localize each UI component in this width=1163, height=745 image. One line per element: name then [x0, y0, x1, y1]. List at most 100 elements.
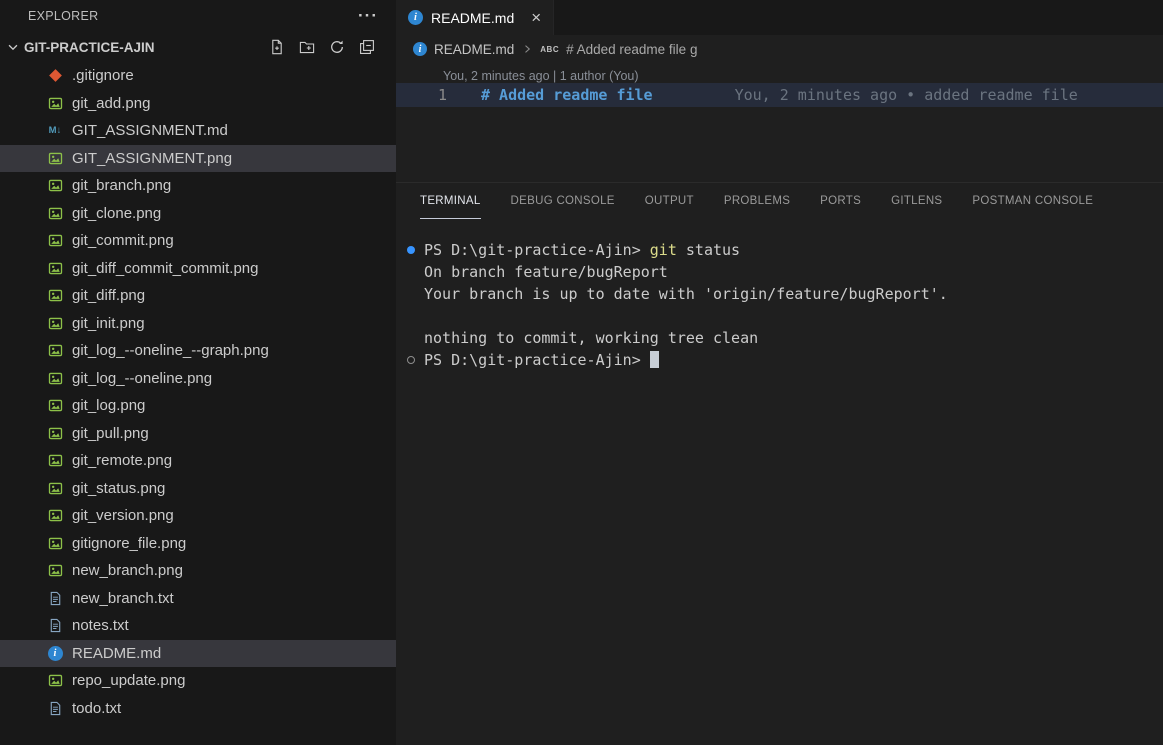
- terminal-text: On branch feature/bugReport: [424, 263, 668, 281]
- codelens-blame[interactable]: You, 2 minutes ago | 1 author (You): [396, 63, 1163, 83]
- editor-area: i README.md × i README.md ABC # Added re…: [396, 0, 1163, 745]
- folder-section-header[interactable]: GIT-PRACTICE-AJIN: [0, 32, 396, 62]
- image-file-icon: [47, 288, 63, 304]
- collapse-all-button[interactable]: [358, 39, 375, 56]
- tab-bar: i README.md ×: [396, 0, 1163, 35]
- file-item-.gitignore[interactable]: .gitignore: [0, 62, 396, 90]
- panel-tab-gitlens[interactable]: GITLENS: [891, 183, 942, 219]
- image-file-icon: [47, 398, 63, 414]
- file-name: git_init.png: [72, 315, 145, 332]
- file-name: git_branch.png: [72, 177, 171, 194]
- file-name: gitignore_file.png: [72, 535, 186, 552]
- code-line-1: 1 # Added readme file You, 2 minutes ago…: [396, 83, 1163, 107]
- file-item-git_add.png[interactable]: git_add.png: [0, 90, 396, 118]
- bottom-panel: TERMINAL DEBUG CONSOLE OUTPUT PROBLEMS PORTS…: [396, 182, 1163, 745]
- command-success-decoration-icon[interactable]: [407, 246, 415, 254]
- terminal-line: [396, 305, 1163, 327]
- panel-tab-output[interactable]: OUTPUT: [645, 183, 694, 219]
- file-item-git_log.png[interactable]: git_log.png: [0, 392, 396, 420]
- file-item-git_diff.png[interactable]: git_diff.png: [0, 282, 396, 310]
- file-item-git_remote.png[interactable]: git_remote.png: [0, 447, 396, 475]
- chevron-down-icon: [4, 39, 22, 55]
- file-item-git_status.png[interactable]: git_status.png: [0, 475, 396, 503]
- terminal-line: Your branch is up to date with 'origin/f…: [396, 283, 1163, 305]
- breadcrumb-symbol[interactable]: # Added readme file g: [566, 42, 697, 57]
- panel-tabs: TERMINAL DEBUG CONSOLE OUTPUT PROBLEMS PORTS…: [396, 183, 1163, 219]
- refresh-button[interactable]: [328, 39, 345, 56]
- file-item-git_pull.png[interactable]: git_pull.png: [0, 420, 396, 448]
- new-file-button[interactable]: [268, 39, 285, 56]
- info-file-icon: i: [408, 10, 423, 25]
- file-item-new_branch.txt[interactable]: new_branch.txt: [0, 585, 396, 613]
- file-item-git_clone.png[interactable]: git_clone.png: [0, 200, 396, 228]
- file-name: .gitignore: [72, 67, 134, 84]
- file-name: git_log_--oneline.png: [72, 370, 212, 387]
- file-item-repo_update.png[interactable]: repo_update.png: [0, 667, 396, 695]
- panel-tab-ports[interactable]: PORTS: [820, 183, 861, 219]
- info-file-icon: i: [413, 42, 427, 56]
- file-name: new_branch.png: [72, 562, 183, 579]
- close-icon[interactable]: ×: [531, 9, 541, 26]
- file-item-README.md[interactable]: iREADME.md: [0, 640, 396, 668]
- panel-tab-postman-console[interactable]: POSTMAN CONSOLE: [972, 183, 1093, 219]
- explorer-sidebar: EXPLORER ··· GIT-PRACTICE-AJIN .gitignor…: [0, 0, 396, 745]
- tab-readme[interactable]: i README.md ×: [396, 0, 554, 35]
- explorer-title: EXPLORER: [28, 9, 358, 23]
- terminal-line: PS D:\git-practice-Ajin> git status: [396, 239, 1163, 261]
- image-file-icon: [47, 233, 63, 249]
- text-file-icon: [47, 618, 63, 634]
- file-item-todo.txt[interactable]: todo.txt: [0, 695, 396, 723]
- terminal-text: git: [650, 241, 677, 259]
- file-item-notes.txt[interactable]: notes.txt: [0, 612, 396, 640]
- terminal-text: status: [677, 241, 740, 259]
- new-folder-button[interactable]: [298, 39, 315, 56]
- text-file-icon: [47, 700, 63, 716]
- file-name: git_add.png: [72, 95, 150, 112]
- panel-tab-terminal[interactable]: TERMINAL: [420, 183, 481, 219]
- new-folder-icon: [299, 39, 315, 55]
- terminal-cursor: [650, 351, 659, 368]
- collapse-all-icon: [359, 39, 375, 55]
- file-item-GIT_ASSIGNMENT.png[interactable]: GIT_ASSIGNMENT.png: [0, 145, 396, 173]
- image-file-icon: [47, 315, 63, 331]
- file-item-git_version.png[interactable]: git_version.png: [0, 502, 396, 530]
- image-file-icon: [47, 453, 63, 469]
- sidebar-header: EXPLORER ···: [0, 0, 396, 32]
- editor-body[interactable]: You, 2 minutes ago | 1 author (You) 1 # …: [396, 63, 1163, 182]
- terminal-text: PS D:\git-practice-Ajin>: [424, 351, 650, 369]
- line-number: 1: [396, 86, 447, 104]
- panel-tab-problems[interactable]: PROBLEMS: [724, 183, 790, 219]
- image-file-icon: [47, 425, 63, 441]
- file-name: README.md: [72, 645, 161, 662]
- inline-blame-annotation: You, 2 minutes ago • added readme file: [735, 86, 1078, 104]
- prompt-decoration-icon[interactable]: [407, 356, 415, 364]
- file-item-GIT_ASSIGNMENT.md[interactable]: M↓ GIT_ASSIGNMENT.md: [0, 117, 396, 145]
- terminal-line: On branch feature/bugReport: [396, 261, 1163, 283]
- image-file-icon: [47, 178, 63, 194]
- breadcrumb-file[interactable]: README.md: [434, 42, 514, 57]
- file-item-git_commit.png[interactable]: git_commit.png: [0, 227, 396, 255]
- vscode-window: { "colors": { "accent_blue": "#3794ff", …: [0, 0, 1163, 745]
- file-item-git_log_--oneline_--graph.png[interactable]: git_log_--oneline_--graph.png: [0, 337, 396, 365]
- file-name: git_diff_commit_commit.png: [72, 260, 258, 277]
- panel-tab-debug-console[interactable]: DEBUG CONSOLE: [511, 183, 615, 219]
- image-file-icon: [47, 563, 63, 579]
- terminal[interactable]: PS D:\git-practice-Ajin> git status On br…: [396, 219, 1163, 371]
- image-file-icon: [47, 535, 63, 551]
- file-name: notes.txt: [72, 617, 129, 634]
- terminal-text: PS D:\git-practice-Ajin>: [424, 241, 650, 259]
- markdown-icon: M↓: [47, 123, 63, 139]
- file-item-git_log_--oneline.png[interactable]: git_log_--oneline.png: [0, 365, 396, 393]
- file-item-git_branch.png[interactable]: git_branch.png: [0, 172, 396, 200]
- file-name: GIT_ASSIGNMENT.md: [72, 122, 228, 139]
- file-item-new_branch.png[interactable]: new_branch.png: [0, 557, 396, 585]
- breadcrumb: i README.md ABC # Added readme file g: [396, 35, 1163, 63]
- file-item-gitignore_file.png[interactable]: gitignore_file.png: [0, 530, 396, 558]
- more-actions-icon[interactable]: ···: [358, 11, 378, 21]
- terminal-line: PS D:\git-practice-Ajin>: [396, 349, 1163, 371]
- file-item-git_init.png[interactable]: git_init.png: [0, 310, 396, 338]
- image-file-icon: [47, 343, 63, 359]
- file-name: git_log_--oneline_--graph.png: [72, 342, 269, 359]
- file-item-git_diff_commit_commit.png[interactable]: git_diff_commit_commit.png: [0, 255, 396, 283]
- image-file-icon: [47, 508, 63, 524]
